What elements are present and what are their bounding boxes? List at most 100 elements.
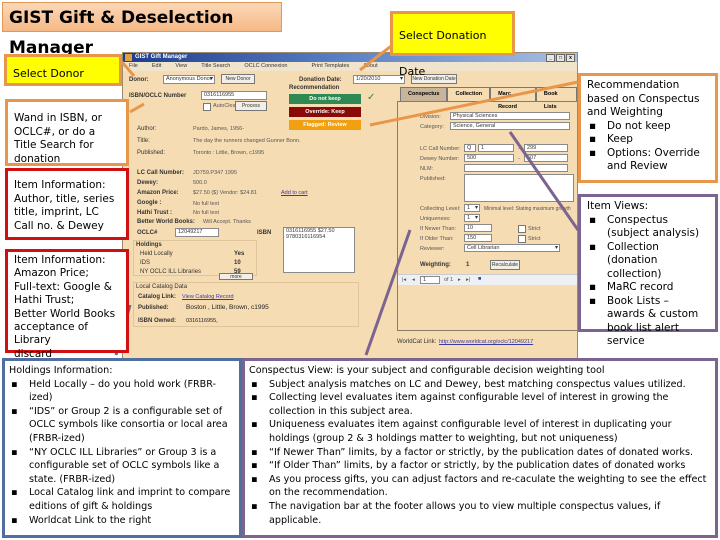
minimize-button[interactable]: _ <box>546 54 555 62</box>
conspectus-view-item: Uniqueness evaluates item against config… <box>249 418 711 445</box>
do-not-keep-button[interactable]: Do not keep <box>289 94 361 104</box>
callout-wand-isbn: Wand in ISBN, or OCLC#, or do a Title Se… <box>5 99 129 166</box>
menu-edit[interactable]: Edit <box>152 62 161 71</box>
worldcat-link[interactable]: http://www.worldcat.org/oclc/12049217 <box>439 339 533 345</box>
holdings-more-button[interactable]: more <box>219 273 253 280</box>
collecting-level-note: Minimal level: Stating maximum growth <box>484 206 571 212</box>
navigation-bar: |◂ ◂ 1 of 1 ▸ ▸| ■ <box>398 274 577 285</box>
google-value: No full text <box>193 201 219 207</box>
process-button[interactable]: Process <box>235 101 267 111</box>
app-icon <box>125 54 132 61</box>
oclc-input[interactable]: 12049217 <box>175 228 219 237</box>
held-locally-value: Yes <box>234 251 245 257</box>
dewey-from[interactable]: 500 <box>464 154 514 162</box>
holdings-info-item: Held Locally – do you hold work (FRBR-iz… <box>9 378 235 405</box>
conspectus-published-label: Published: <box>420 176 446 182</box>
bwb-value: Will Accept. Thanks <box>203 219 251 225</box>
weighting-value: 1 <box>466 262 470 268</box>
nav-prev-icon[interactable]: ◂ <box>412 277 415 283</box>
ny-oclc-label: NY OCLC ILL Libraries <box>140 269 202 275</box>
item-views-item: Book Lists – awards & custom book list a… <box>587 295 709 349</box>
callout-item-info-1: Item Information: Author, title, series … <box>5 168 129 240</box>
older-strict-checkbox[interactable] <box>518 235 526 243</box>
title-value: The day the runners changed Gunner Bonn. <box>193 138 301 144</box>
tab-book-lists[interactable]: Book Lists <box>535 87 577 110</box>
conspectus-panel: Division: Physical Sciences Category: Sc… <box>397 101 577 331</box>
menu-file[interactable]: File <box>129 62 138 71</box>
division-value: Physical Sciences <box>450 112 570 120</box>
uniqueness-label: Uniqueness: <box>420 216 451 222</box>
conspectus-view-item: “If Older Than” limits, by a factor or s… <box>249 459 711 473</box>
callout-recommendation: Recommendation based on Conspectus and W… <box>578 73 718 183</box>
worldcat-label: WorldCat Link: <box>397 339 437 345</box>
menu-title-search[interactable]: Title Search <box>201 62 230 71</box>
amazon-price-label: Amazon Price: <box>137 190 179 196</box>
newer-than-input[interactable]: 10 <box>464 224 492 232</box>
nav-next-icon[interactable]: ▸ <box>458 277 461 283</box>
flag-review-button[interactable]: Flagged: Review <box>289 120 361 130</box>
hathi-value: No full text <box>193 210 219 216</box>
donation-date-select[interactable]: 1/20/2010 <box>353 75 405 84</box>
dewey-label: Dewey: <box>137 180 159 186</box>
dewey-to[interactable]: 507 <box>524 154 568 162</box>
amazon-link[interactable]: Add to cart <box>281 190 308 196</box>
callout-holdings-info: Holdings Information: Held Locally – do … <box>2 358 242 538</box>
item-views-item: Collection (donation collection) <box>587 241 709 282</box>
nav-first-icon[interactable]: |◂ <box>402 277 406 283</box>
nlm-input[interactable] <box>464 164 568 172</box>
menu-oclc-connexion[interactable]: OCLC Connexion <box>244 62 287 71</box>
newer-than-label: If Newer Than: <box>420 226 456 232</box>
conspectus-view-item: Subject analysis matches on LC and Dewey… <box>249 378 711 392</box>
dewey-range-dash: - <box>518 156 520 162</box>
isbn-oclc-input[interactable]: 0316116955 <box>201 91 267 100</box>
older-than-input[interactable]: 150 <box>464 234 492 242</box>
menu-view[interactable]: View <box>175 62 187 71</box>
conspectus-published-box[interactable] <box>464 174 574 202</box>
item-views-heading: Item Views: <box>587 200 649 212</box>
close-button[interactable]: x <box>566 54 575 62</box>
app-window: GIST Gift Manager _ □ x File Edit View T… <box>122 52 578 360</box>
newer-strict-checkbox[interactable] <box>518 225 526 233</box>
maximize-button[interactable]: □ <box>556 54 565 62</box>
uniqueness-select[interactable]: 1 <box>464 214 480 222</box>
newer-strict-label: Strict <box>528 226 541 232</box>
recalculate-button[interactable]: Recalculate <box>490 260 520 270</box>
bwb-label: Better World Books: <box>137 219 195 225</box>
lc-from-b[interactable]: 1 <box>478 144 514 152</box>
nav-page-count: of 1 <box>444 277 454 283</box>
callout-conspectus-view: Conspectus View: is your subject and con… <box>242 358 718 538</box>
isbn-list-label: ISBN <box>257 230 272 236</box>
item-info-2-line: Full-text: Google & <box>14 280 112 293</box>
isbn-owned-label: ISBN Owned: <box>138 318 177 324</box>
autoclear-checkbox[interactable] <box>203 103 211 111</box>
lc-call-value: JD759.P347 1995 <box>193 170 238 176</box>
nav-page-input[interactable]: 1 <box>420 276 440 284</box>
local-published-label: Published: <box>138 305 169 311</box>
callout-item-info-2: Item Information: Amazon Price; Full-tex… <box>5 249 129 360</box>
collecting-level-label: Collecting Level: <box>420 206 461 212</box>
tab-collection[interactable]: Collection <box>447 87 491 102</box>
donor-label: Donor: <box>129 77 149 83</box>
nav-save-icon[interactable]: ■ <box>478 276 481 282</box>
override-keep-button[interactable]: Override: Keep <box>289 107 361 117</box>
menu-about[interactable]: About <box>363 62 377 71</box>
nav-last-icon[interactable]: ▸| <box>466 277 470 283</box>
reviewer-select[interactable]: Cell Librarian <box>464 244 560 252</box>
catalog-link[interactable]: View Catalog Record <box>182 294 234 300</box>
tab-marc-record[interactable]: Marc Record <box>490 87 536 110</box>
item-info-2-line: acceptance of Library <box>14 321 89 347</box>
lc-to[interactable]: 299 <box>524 144 568 152</box>
callout-item-views: Item Views: Conspectus (subject analysis… <box>578 194 718 347</box>
catalog-link-label: Catalog Link: <box>138 294 177 300</box>
donor-select[interactable]: Anonymous Donor <box>163 75 215 84</box>
lc-from-a[interactable]: Q <box>464 144 476 152</box>
recommendation-item: Options: Override and Review <box>587 147 709 174</box>
isbn-list-box[interactable]: 0316116955 $27.50 9780316116954 <box>283 227 355 273</box>
holdings-info-item: Local Catalog link and imprint to compar… <box>9 486 235 513</box>
hathi-label: Hathi Trust : <box>137 210 173 216</box>
local-catalog-heading: Local Catalog Data <box>136 284 188 290</box>
new-donor-button[interactable]: New Donor <box>221 74 255 84</box>
lc-range-dash: - <box>518 146 520 152</box>
menu-print-templates[interactable]: Print Templates <box>311 62 349 71</box>
collecting-level-select[interactable]: 1 <box>464 204 480 212</box>
